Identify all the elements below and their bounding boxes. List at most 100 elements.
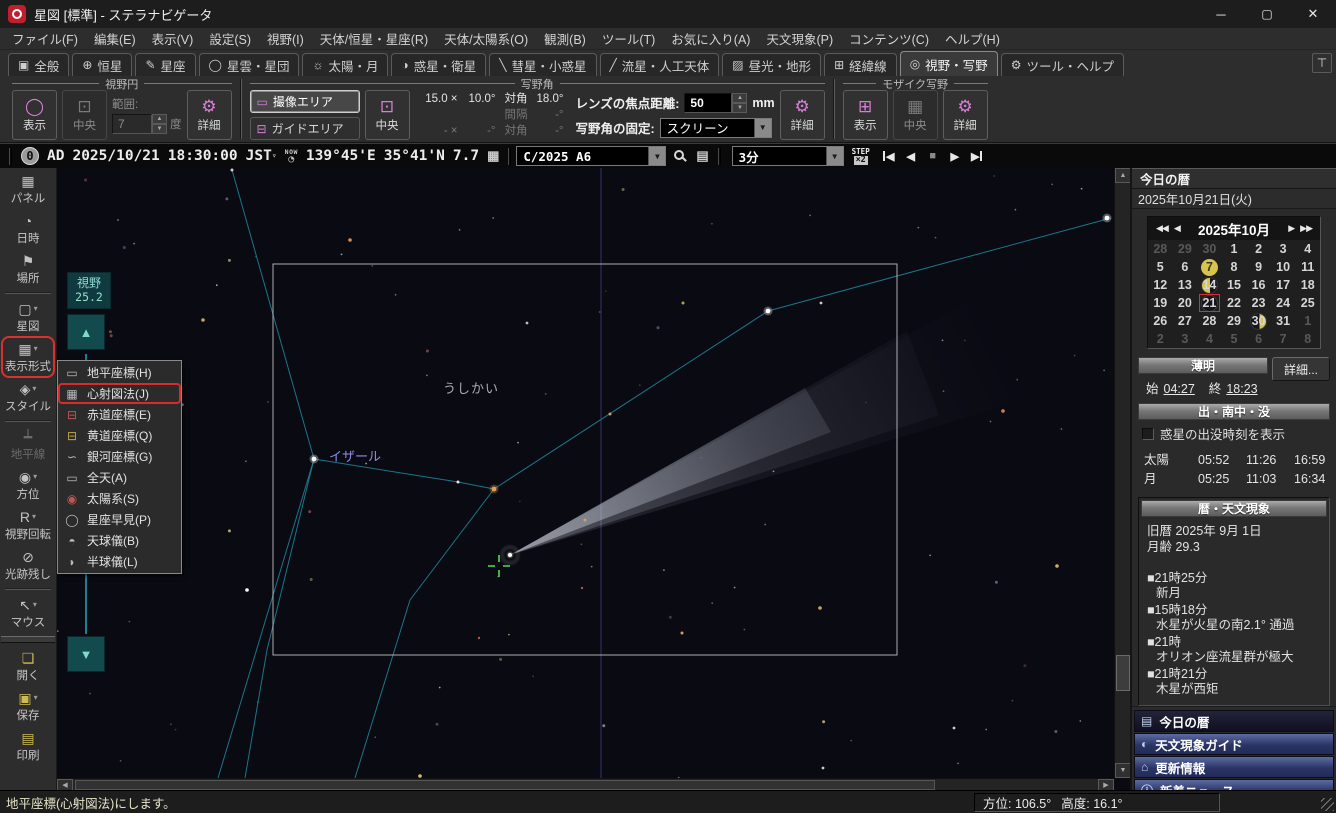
playback-button[interactable]: ▶ [966, 147, 988, 165]
panel-nav-button[interactable]: ▤今日の暦 [1134, 710, 1334, 732]
context-menu-item[interactable]: ▭地平座標(H) [58, 362, 181, 383]
playback-button[interactable]: ◀ [878, 147, 900, 165]
calendar-day[interactable]: 29 [1222, 312, 1247, 330]
scroll-right-icon[interactable]: ▶ [1098, 779, 1114, 790]
close-button[interactable]: ✕ [1290, 0, 1336, 28]
calendar-day[interactable]: 11 [1295, 258, 1320, 276]
planet-times-checkbox[interactable] [1142, 428, 1154, 440]
tab[interactable]: ◑惑星・衛星 [391, 53, 486, 76]
spin-down-icon[interactable]: ▼ [152, 124, 167, 134]
calendar-day[interactable]: 30 [1197, 240, 1222, 258]
step-mode-button[interactable]: STEP×2 [852, 147, 870, 165]
scrollbar-thumb[interactable] [1116, 655, 1130, 691]
menu-item[interactable]: 天体/太陽系(O) [436, 27, 536, 50]
calendar-day[interactable]: 26 [1148, 312, 1173, 330]
dropdown-arrow-icon[interactable]: ▼ [648, 147, 665, 165]
toolbar-grip[interactable] [508, 148, 511, 165]
calendar-day[interactable]: 22 [1222, 294, 1247, 312]
menu-item[interactable]: ヘルプ(H) [937, 27, 1008, 50]
mosaic-center-button[interactable]: ▦ 中央 [893, 90, 938, 140]
sidebar-item[interactable]: ◔日時 [2, 209, 54, 249]
menu-item[interactable]: 天文現象(P) [758, 27, 841, 50]
calendar-day[interactable]: 12 [1148, 276, 1173, 294]
calendar-day[interactable]: 20 [1173, 294, 1198, 312]
twilight-begin-time[interactable]: 04:27 [1164, 382, 1195, 396]
sidebar-handle[interactable] [1, 636, 55, 643]
sidebar-item[interactable]: ⚑場所 [2, 249, 54, 289]
prev-month-icon[interactable]: ◀ [1171, 223, 1183, 234]
calendar-day[interactable]: 25 [1295, 294, 1320, 312]
tab[interactable]: ▣全般 [8, 53, 69, 76]
zoom-out-button[interactable]: ▼ [67, 636, 105, 672]
calendar-day[interactable]: 1 [1295, 312, 1320, 330]
menu-item[interactable]: 天体/恒星・星座(R) [312, 27, 436, 50]
calendar-day[interactable]: 5 [1222, 330, 1247, 348]
horizontal-scrollbar[interactable]: ◀ ▶ [57, 778, 1114, 790]
sidebar-item[interactable]: ┷地平線 [2, 425, 54, 465]
context-menu-item[interactable]: ∽銀河座標(G) [58, 446, 181, 467]
calendar-day[interactable]: 3 [1173, 330, 1198, 348]
tab[interactable]: ▨昼光・地形 [722, 53, 821, 76]
calendar-day[interactable]: 17 [1271, 276, 1296, 294]
calendar-day[interactable]: 5 [1148, 258, 1173, 276]
calendar-day[interactable]: 28 [1148, 240, 1173, 258]
calendar-day[interactable]: 3 [1271, 240, 1296, 258]
menu-item[interactable]: 編集(E) [86, 27, 144, 50]
context-menu-item[interactable]: ◗半球儀(L) [58, 551, 181, 572]
tab[interactable]: ╱流星・人工天体 [600, 53, 720, 76]
calendar-day[interactable]: 10 [1271, 258, 1296, 276]
pin-icon[interactable]: ⊤ [1312, 53, 1332, 73]
target-object-dropdown[interactable]: C/2025 A6 ▼ [516, 146, 666, 166]
menu-item[interactable]: ファイル(F) [4, 27, 86, 50]
toolbar-grip[interactable] [9, 148, 12, 165]
calendar-day[interactable]: 7 [1271, 330, 1296, 348]
scroll-down-icon[interactable]: ▼ [1115, 763, 1130, 778]
playback-button[interactable]: ■ [922, 147, 944, 165]
tab[interactable]: ☼太陽・月 [302, 53, 388, 76]
calendar-day[interactable]: 27 [1173, 312, 1198, 330]
guide-area-toggle[interactable]: ⊟ ガイドエリア [250, 117, 360, 140]
date-field[interactable]: 2025/10/21 [72, 148, 159, 164]
context-menu-item[interactable]: ⊟黄道座標(Q) [58, 425, 181, 446]
maximize-button[interactable]: ▢ [1244, 0, 1290, 28]
minimize-button[interactable]: ─ [1198, 0, 1244, 28]
calendar-day[interactable]: 1 [1222, 240, 1247, 258]
calendar-day[interactable]: 28 [1197, 312, 1222, 330]
search-icon[interactable] [674, 150, 684, 160]
context-menu-item[interactable]: ⊟赤道座標(E) [58, 404, 181, 425]
calendar-day[interactable]: 21 [1197, 294, 1222, 312]
time-step-dropdown[interactable]: 3分 ▼ [732, 146, 844, 166]
spin-up-icon[interactable]: ▲ [152, 114, 167, 124]
sidebar-item[interactable]: ▤印刷 [2, 726, 54, 766]
sidebar-item[interactable]: R▾視野回転 [2, 505, 54, 545]
now-clock-icon[interactable]: NOW◔ [285, 149, 298, 163]
view-circle-show-button[interactable]: ◯ 表示 [12, 90, 57, 140]
dropdown-arrow-icon[interactable]: ▼ [826, 147, 843, 165]
sidebar-item[interactable]: ◈▾スタイル [2, 377, 54, 417]
next-month-icon[interactable]: ▶ [1285, 223, 1297, 234]
calendar-day[interactable]: 4 [1197, 330, 1222, 348]
mosaic-detail-button[interactable]: ⚙ 詳細 [943, 90, 988, 140]
calendar-day[interactable]: 2 [1246, 240, 1271, 258]
spin-up-icon[interactable]: ▲ [732, 93, 747, 103]
next-year-icon[interactable]: ▶▶ [1297, 223, 1315, 234]
twilight-end-time[interactable]: 18:23 [1226, 382, 1257, 396]
menu-item[interactable]: 観測(B) [536, 27, 594, 50]
calendar-day[interactable]: 19 [1148, 294, 1173, 312]
calendar-day[interactable]: 4 [1295, 240, 1320, 258]
timezone-dropdown[interactable]: JST▿ [246, 148, 277, 164]
calendar-day[interactable]: 13 [1173, 276, 1198, 294]
menu-item[interactable]: 表示(V) [144, 27, 202, 50]
menu-item[interactable]: ツール(T) [594, 27, 663, 50]
calendar-day[interactable]: 14 [1197, 276, 1222, 294]
sidebar-item[interactable]: ⊘光跡残し [2, 545, 54, 585]
panel-nav-button[interactable]: ⌂更新情報 [1134, 756, 1334, 778]
limiting-magnitude[interactable]: 7.7 [453, 148, 479, 164]
dropdown-arrow-icon[interactable]: ▼ [754, 119, 771, 137]
calendar-day[interactable]: 7 [1197, 258, 1222, 276]
tab[interactable]: ⊕恒星 [72, 53, 132, 76]
calendar-day[interactable]: 15 [1222, 276, 1247, 294]
sky-map[interactable] [57, 168, 1114, 778]
calendar-day[interactable]: 18 [1295, 276, 1320, 294]
range-spinner[interactable]: 7 ▲▼ [112, 114, 167, 134]
